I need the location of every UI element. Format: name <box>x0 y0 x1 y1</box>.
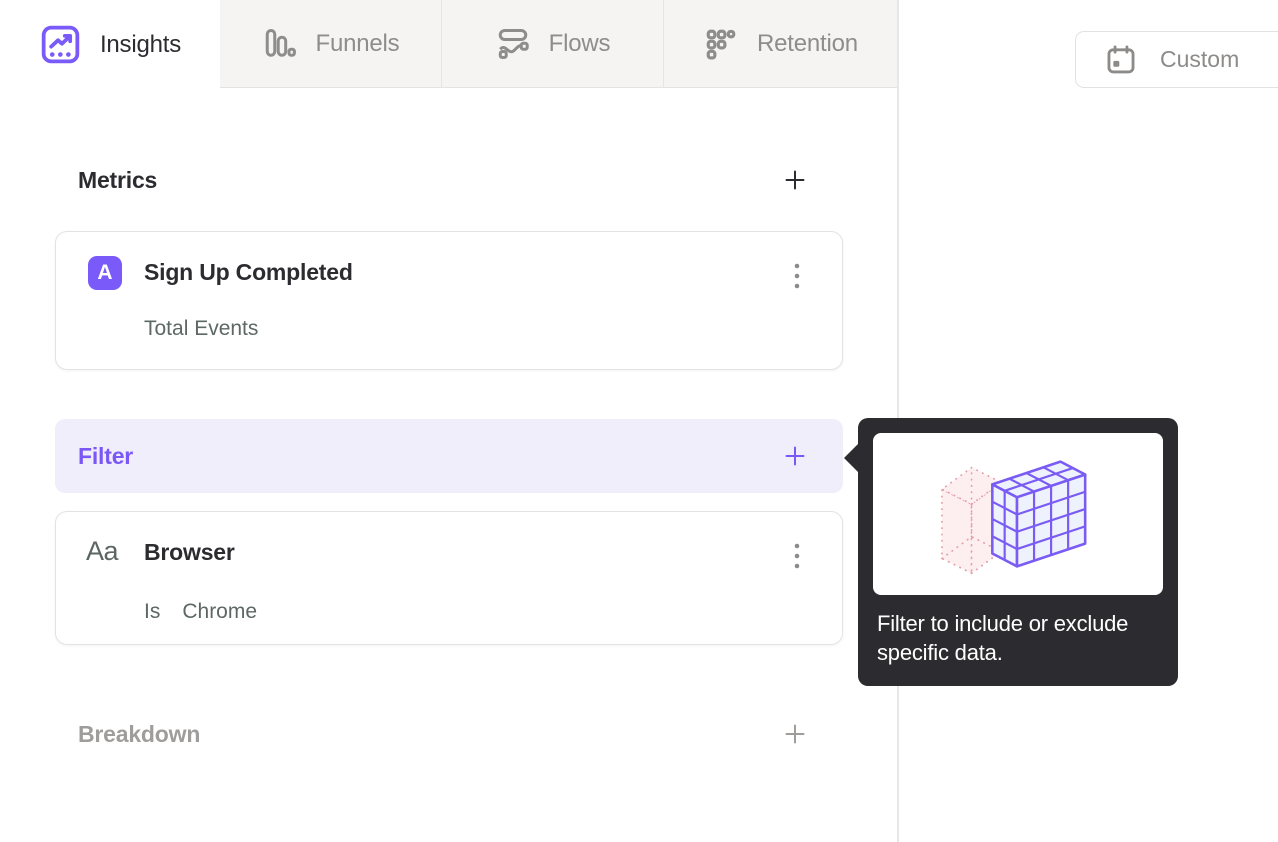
tab-label: Funnels <box>315 30 400 57</box>
report-tab-bar: Funnels Flows Retention Insights <box>0 0 897 89</box>
retention-dots-icon <box>703 26 739 62</box>
metric-card[interactable]: A Sign Up Completed Total Events <box>55 231 843 370</box>
filter-condition: Is Chrome <box>144 600 257 624</box>
insights-chart-icon <box>39 23 82 66</box>
breakdown-section-header: Breakdown <box>55 710 843 758</box>
date-range-label: Custom <box>1160 46 1240 72</box>
filter-section-row[interactable]: Filter <box>55 419 843 493</box>
breakdown-section-title: Breakdown <box>78 720 201 747</box>
metrics-section-header: Metrics <box>55 156 843 204</box>
kebab-menu-icon[interactable] <box>784 536 810 576</box>
filter-cube-illustration <box>940 460 1087 575</box>
flows-wave-icon <box>495 26 531 62</box>
funnel-bars-icon <box>262 26 298 62</box>
tab-retention[interactable]: Retention <box>663 0 897 88</box>
date-range-custom-button[interactable]: Custom <box>1075 31 1278 88</box>
metric-letter-badge: A <box>88 256 122 290</box>
filter-property-title: Browser <box>144 539 235 565</box>
filter-operator[interactable]: Is <box>144 600 160 623</box>
tooltip-text: Filter to include or exclude specific da… <box>877 611 1129 665</box>
tab-flows[interactable]: Flows <box>441 0 663 88</box>
tooltip-illustration-panel <box>873 433 1163 595</box>
metric-title: Sign Up Completed <box>144 259 353 285</box>
filter-help-tooltip: Filter to include or exclude specific da… <box>844 418 1178 686</box>
filter-value[interactable]: Chrome <box>182 600 257 623</box>
tab-funnels[interactable]: Funnels <box>220 0 441 88</box>
metric-aggregation-label[interactable]: Total Events <box>144 317 258 341</box>
add-filter-plus-icon[interactable] <box>783 444 807 468</box>
tab-label: Retention <box>757 30 858 57</box>
tab-label: Insights <box>99 30 182 58</box>
kebab-menu-icon[interactable] <box>784 256 810 296</box>
insights-report-builder: Funnels Flows Retention Insights Custom … <box>0 0 1278 842</box>
add-breakdown-plus-icon[interactable] <box>783 722 807 746</box>
add-metric-plus-icon[interactable] <box>783 168 807 192</box>
string-property-icon: Aa <box>86 536 119 566</box>
filter-card[interactable]: Aa Browser Is Chrome <box>55 511 843 645</box>
metrics-section-title: Metrics <box>78 166 158 193</box>
tab-label: Flows <box>548 30 611 57</box>
calendar-icon <box>1104 43 1138 77</box>
tab-insights[interactable]: Insights <box>0 0 220 89</box>
filter-section-title: Filter <box>78 442 134 469</box>
